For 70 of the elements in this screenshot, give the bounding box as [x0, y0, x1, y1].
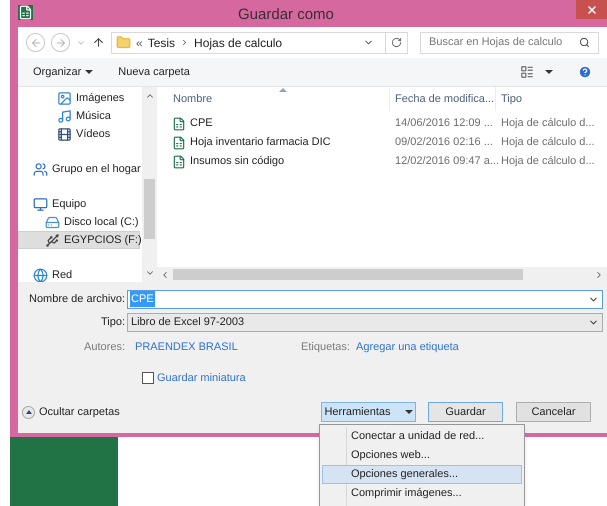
- forward-arrow-icon: [54, 36, 66, 48]
- music-note-icon: [57, 108, 72, 124]
- refresh-icon[interactable]: [391, 37, 402, 48]
- hard-drive-icon: [45, 214, 60, 230]
- file-name[interactable]: Hoja inventario farmacia DIC: [190, 134, 331, 151]
- spreadsheet-app-icon: [18, 5, 33, 20]
- file-name[interactable]: Insumos sin código: [190, 153, 284, 170]
- tags-link[interactable]: Agregar una etiqueta: [356, 338, 459, 356]
- file-type: Hoja de cálculo d...: [500, 135, 595, 150]
- caret-icon[interactable]: [545, 70, 553, 74]
- file-date: 09/02/2016 02:16 ...: [394, 135, 494, 150]
- sidebar-item[interactable]: EGYPCIOS (F:): [18, 231, 140, 249]
- spreadsheet-file-icon: [172, 116, 186, 130]
- close-button[interactable]: [576, 0, 607, 19]
- horizontal-scrollbar[interactable]: [157, 267, 607, 282]
- field-label: Etiquetas:: [301, 340, 351, 355]
- path-overflow[interactable]: «: [136, 34, 143, 52]
- authors-value[interactable]: PRAENDEX BRASIL: [135, 338, 301, 356]
- file-date: 14/06/2016 12:09 ...: [394, 116, 494, 132]
- menu-item[interactable]: Comprimir imágenes...: [322, 484, 522, 503]
- field-label: Tipo:: [100, 314, 126, 330]
- search-icon: [579, 37, 590, 48]
- path-segment[interactable]: Hojas de calculo: [194, 34, 282, 52]
- column-header[interactable]: Fecha de modifica...: [390, 87, 496, 111]
- scrollbar-thumb[interactable]: [173, 269, 523, 280]
- cancel-button[interactable]: Cancelar: [516, 402, 591, 422]
- organize-button[interactable]: Organizar: [33, 64, 94, 80]
- menu-item[interactable]: Opciones web...: [322, 446, 522, 465]
- new-folder-button[interactable]: Nueva carpeta: [118, 64, 190, 80]
- menu-item[interactable]: Opciones generales...: [322, 465, 522, 484]
- checkbox[interactable]: [142, 372, 154, 384]
- checkbox-label[interactable]: Guardar miniatura: [157, 370, 246, 386]
- file-type: Hoja de cálculo d...: [500, 116, 595, 132]
- path-segment[interactable]: Tesis: [148, 34, 176, 52]
- caret-icon: [404, 410, 413, 414]
- spreadsheet-file-icon: [172, 154, 186, 168]
- usb-drive-icon: [45, 232, 60, 248]
- column-header[interactable]: Nombre: [157, 87, 390, 111]
- search-field[interactable]: Buscar en Hojas de calculo: [420, 32, 599, 54]
- filename-text: CPE: [130, 290, 155, 308]
- field-label: Nombre de archivo:: [28, 292, 126, 307]
- window-title: Guardar como: [238, 5, 334, 25]
- sort-arrow-icon: [279, 88, 287, 92]
- column-header[interactable]: Tipo: [496, 87, 522, 111]
- people-icon: [33, 162, 48, 176]
- hide-folders-button[interactable]: Ocultar carpetas: [22, 404, 120, 420]
- address-bar[interactable]: « Tesis Hojas de calculo: [111, 32, 408, 54]
- spreadsheet-file-icon: [172, 136, 186, 150]
- search-placeholder: Buscar en Hojas de calculo: [429, 35, 564, 50]
- monitor-icon: [33, 196, 48, 212]
- file-name[interactable]: CPE: [190, 115, 213, 132]
- caret-icon: [85, 70, 94, 74]
- file-date: 12/02/2016 09:47 a...: [394, 154, 496, 170]
- tools-button[interactable]: Herramientas: [321, 402, 416, 422]
- save-button[interactable]: Guardar: [428, 402, 503, 422]
- field-label: Autores:: [83, 340, 126, 355]
- scrollbar-thumb[interactable]: [144, 179, 155, 239]
- collapse-up-icon: [22, 406, 35, 418]
- back-arrow-icon: [30, 36, 42, 48]
- view-list-icon[interactable]: [520, 65, 534, 79]
- help-icon[interactable]: [578, 65, 592, 79]
- file-type-select[interactable]: Libro de Excel 97-2003: [127, 312, 603, 332]
- vertical-scrollbar[interactable]: [142, 87, 157, 282]
- up-arrow-icon[interactable]: [92, 36, 105, 49]
- folder-icon: [116, 35, 131, 50]
- close-icon: [586, 4, 598, 16]
- globe-icon: [33, 268, 48, 282]
- film-icon: [57, 126, 72, 142]
- menu-item[interactable]: Conectar a unidad de red...: [322, 427, 522, 446]
- image-icon: [57, 90, 72, 106]
